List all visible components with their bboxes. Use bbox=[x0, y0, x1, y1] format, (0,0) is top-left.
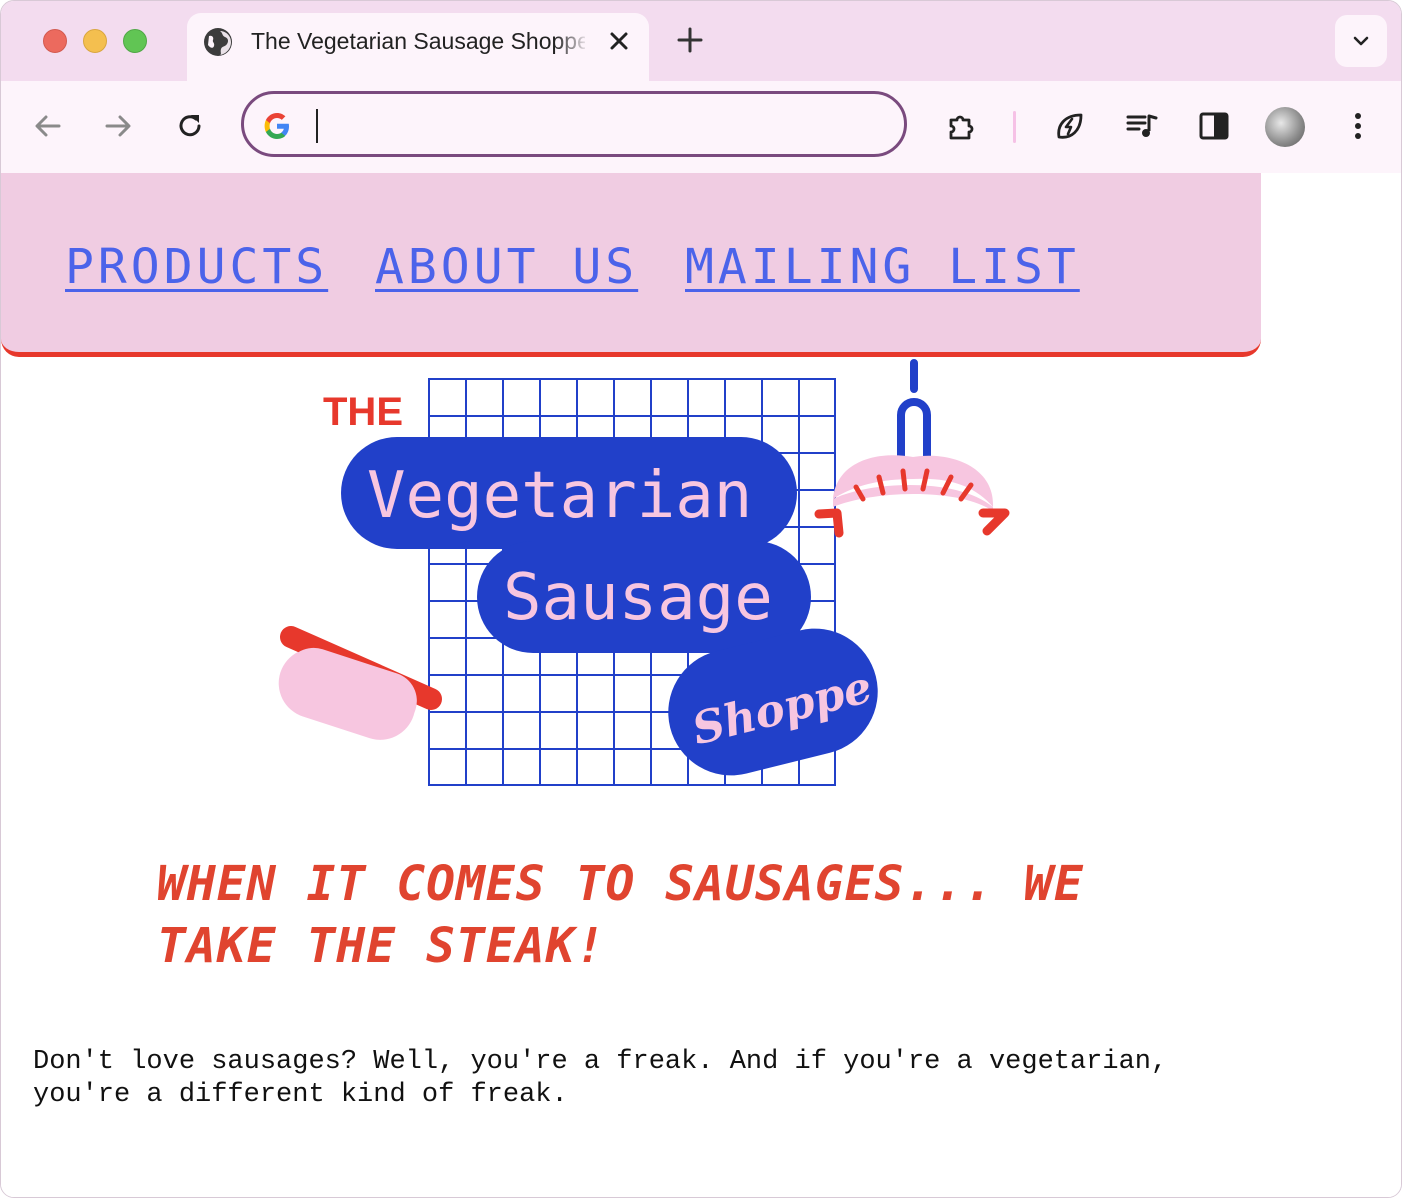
nav-link-mailing-list[interactable]: MAILING LIST bbox=[685, 237, 1080, 297]
side-panel-icon[interactable] bbox=[1197, 109, 1231, 143]
toolbar-divider bbox=[1013, 111, 1016, 143]
tab-strip: The Vegetarian Sausage Shoppe bbox=[1, 1, 1401, 81]
reload-icon[interactable] bbox=[173, 109, 207, 143]
hot-dog-illustration bbox=[278, 626, 442, 740]
new-tab-plus-icon[interactable] bbox=[675, 25, 705, 55]
address-bar[interactable] bbox=[241, 91, 907, 157]
arrow-left-icon[interactable] bbox=[31, 109, 65, 143]
logo-the: THE bbox=[323, 390, 403, 434]
page-viewport: PRODUCTS ABOUT US MAILING LIST THE Veget… bbox=[1, 173, 1401, 1197]
browser-window: The Vegetarian Sausage Shoppe PRODUCTS A… bbox=[0, 0, 1402, 1198]
tab-title: The Vegetarian Sausage Shoppe bbox=[251, 28, 585, 54]
fork-sausage-illustration bbox=[814, 359, 1010, 538]
minimize-window-button[interactable] bbox=[83, 29, 107, 53]
tab-title-fade bbox=[555, 23, 589, 59]
site-nav: PRODUCTS ABOUT US MAILING LIST bbox=[1, 173, 1261, 357]
google-g-icon bbox=[264, 113, 289, 139]
profile-avatar[interactable] bbox=[1265, 107, 1305, 147]
chevron-down-icon bbox=[1353, 36, 1369, 46]
media-queue-icon[interactable] bbox=[1125, 109, 1159, 143]
nav-link-about-us[interactable]: ABOUT US bbox=[375, 237, 638, 297]
intro-paragraph: Don't love sausages? Well, you're a frea… bbox=[33, 1047, 1168, 1110]
browser-toolbar bbox=[1, 81, 1401, 174]
tab-search-button[interactable] bbox=[1335, 15, 1387, 67]
logo-sausage: Sausage bbox=[503, 561, 773, 635]
nav-link-products[interactable]: PRODUCTS bbox=[65, 237, 328, 297]
puzzle-icon[interactable] bbox=[945, 109, 979, 143]
close-window-button[interactable] bbox=[43, 29, 67, 53]
omnibox-input[interactable] bbox=[312, 108, 876, 142]
arrow-right-icon[interactable] bbox=[101, 109, 135, 143]
close-tab-icon[interactable] bbox=[605, 27, 633, 55]
shop-logo: THE Vegetarian Sausage Shoppe bbox=[278, 359, 1010, 786]
logo-vegetarian: Vegetarian bbox=[367, 459, 752, 533]
tagline-heading: WHEN IT COMES TO SAUSAGES... WE TAKE THE… bbox=[157, 856, 1084, 974]
leaf-bolt-icon[interactable] bbox=[1053, 109, 1087, 143]
active-tab[interactable]: The Vegetarian Sausage Shoppe bbox=[187, 13, 649, 81]
maximize-window-button[interactable] bbox=[123, 29, 147, 53]
globe-icon bbox=[204, 28, 232, 56]
kebab-menu-icon[interactable] bbox=[1341, 109, 1375, 143]
